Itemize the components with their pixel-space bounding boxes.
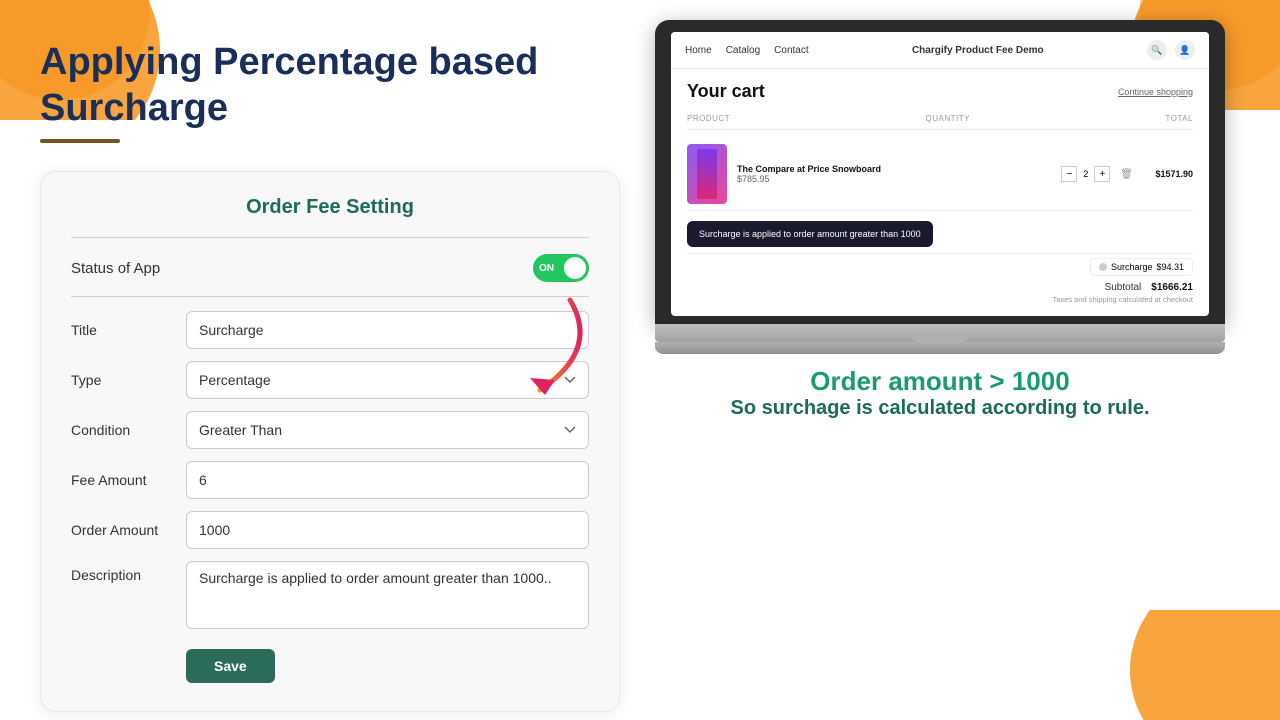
condition-field-label: Condition (71, 422, 186, 438)
condition-select[interactable]: Greater Than Less Than Equal To (186, 411, 589, 449)
order-amount-label: Order Amount (71, 522, 186, 538)
product-name: The Compare at Price Snowboard (737, 164, 1051, 174)
order-amount-row: Order Amount (71, 511, 589, 549)
search-icon[interactable]: 🔍 (1147, 40, 1167, 60)
status-label: Status of App (71, 260, 160, 277)
toggle-knob (564, 257, 586, 279)
qty-decrease-button[interactable]: − (1061, 166, 1077, 182)
cart-area: Your cart Continue shopping PRODUCT QUAN… (671, 69, 1209, 316)
fee-amount-label: Fee Amount (71, 472, 186, 488)
col-total: TOTAL (1165, 114, 1193, 123)
save-button[interactable]: Save (186, 649, 275, 683)
fee-amount-row: Fee Amount (71, 461, 589, 499)
nav-contact[interactable]: Contact (774, 45, 808, 56)
surcharge-amount: $94.31 (1156, 262, 1184, 272)
tooltip-container: Surcharge is applied to order amount gre… (687, 221, 1193, 247)
nav-home[interactable]: Home (685, 45, 712, 56)
product-image (687, 144, 727, 204)
cart-header-row: Your cart Continue shopping (687, 81, 1193, 102)
subtotal-row: Subtotal $1666.21 (687, 282, 1193, 293)
cart-item-row: The Compare at Price Snowboard $785.95 −… (687, 138, 1193, 211)
taxes-note: Taxes and shipping calculated at checkou… (687, 295, 1193, 304)
right-panel: Home Catalog Contact Chargify Product Fe… (620, 30, 1240, 420)
laptop-screen-outer: Home Catalog Contact Chargify Product Fe… (655, 20, 1225, 324)
laptop-base (655, 324, 1225, 342)
surcharge-label: Surcharge (1111, 262, 1153, 272)
status-toggle[interactable]: ON (533, 254, 589, 282)
quantity-controls: − 2 + 🗑 (1061, 166, 1133, 182)
description-row: Description Surcharge is applied to orde… (71, 561, 589, 629)
col-quantity: QUANTITY (926, 114, 970, 123)
product-details: The Compare at Price Snowboard $785.95 (737, 164, 1051, 184)
cart-title: Your cart (687, 81, 765, 102)
col-product: PRODUCT (687, 114, 730, 123)
surcharge-tooltip: Surcharge is applied to order amount gre… (687, 221, 933, 247)
product-price: $785.95 (737, 174, 1051, 184)
form-card-title: Order Fee Setting (71, 196, 589, 219)
form-divider (71, 237, 589, 238)
surcharge-dot (1099, 263, 1107, 271)
bottom-line2: So surchage is calculated according to r… (655, 397, 1225, 420)
cart-icon[interactable]: 👤 (1175, 40, 1195, 60)
fee-amount-input[interactable] (186, 461, 589, 499)
description-label: Description (71, 561, 186, 583)
qty-value: 2 (1083, 169, 1088, 179)
shop-nav-icons: 🔍 👤 (1147, 40, 1195, 60)
bottom-text-section: Order amount > 1000 So surchage is calcu… (655, 366, 1225, 420)
arrow-decoration (490, 290, 610, 415)
item-total: $1571.90 (1143, 169, 1193, 179)
shop-title: Chargify Product Fee Demo (809, 45, 1147, 56)
title-field-label: Title (71, 322, 186, 338)
toggle-on-label: ON (539, 263, 554, 274)
nav-catalog[interactable]: Catalog (726, 45, 760, 56)
laptop-stand (655, 342, 1225, 354)
shop-nav-links: Home Catalog Contact (685, 45, 809, 56)
type-field-label: Type (71, 372, 186, 388)
subtotal-label: Subtotal (1105, 282, 1142, 293)
subtotal-value: $1666.21 (1151, 282, 1193, 293)
qty-increase-button[interactable]: + (1094, 166, 1110, 182)
order-amount-input[interactable] (186, 511, 589, 549)
surcharge-row: Surcharge $94.31 (687, 253, 1193, 280)
condition-row: Condition Greater Than Less Than Equal T… (71, 411, 589, 449)
title-underline (40, 139, 120, 143)
order-fee-form-card: Order Fee Setting Status of App ON Title… (40, 171, 620, 712)
bottom-line1: Order amount > 1000 (655, 366, 1225, 397)
delete-item-icon[interactable]: 🗑 (1120, 169, 1133, 180)
product-img-inner (697, 149, 717, 199)
surcharge-badge: Surcharge $94.31 (1090, 258, 1193, 276)
laptop-mockup: Home Catalog Contact Chargify Product Fe… (655, 20, 1225, 420)
laptop-screen-inner: Home Catalog Contact Chargify Product Fe… (671, 32, 1209, 316)
description-textarea[interactable]: Surcharge is applied to order amount gre… (186, 561, 589, 629)
page-title: Applying Percentage based Surcharge (40, 40, 620, 131)
cart-columns: PRODUCT QUANTITY TOTAL (687, 114, 1193, 130)
shop-navbar: Home Catalog Contact Chargify Product Fe… (671, 32, 1209, 69)
continue-shopping-link[interactable]: Continue shopping (1118, 87, 1193, 97)
